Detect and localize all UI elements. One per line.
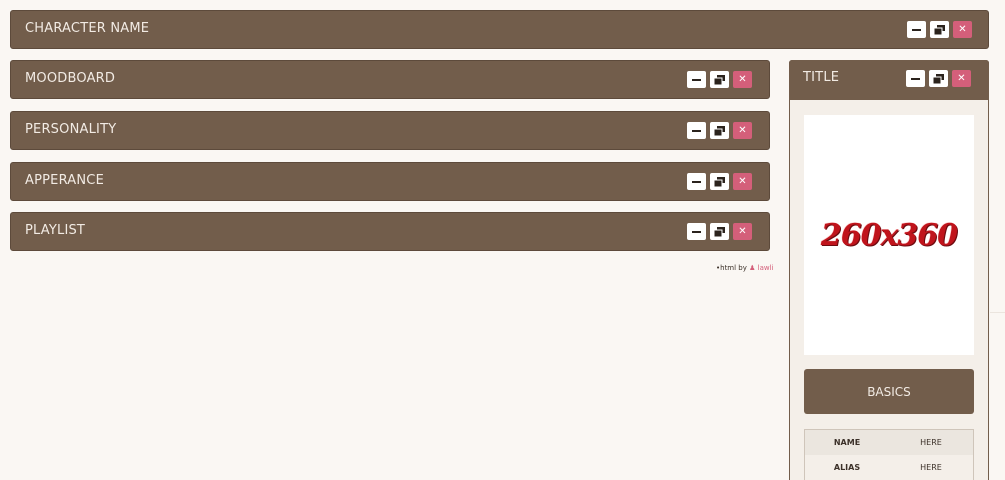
window-controls: ✕ <box>687 173 752 190</box>
playlist-title: PLAYLIST <box>25 223 86 238</box>
window-controls: ✕ <box>687 122 752 139</box>
restore-icon <box>714 176 725 187</box>
close-icon: ✕ <box>957 72 966 84</box>
restore-button[interactable] <box>710 173 729 190</box>
credit-author-link[interactable]: lawli <box>758 264 774 272</box>
table-row: ALIAS HERE <box>805 455 973 480</box>
window-controls: ✕ <box>906 70 971 87</box>
basics-button[interactable]: BASICS <box>804 369 974 414</box>
close-button[interactable]: ✕ <box>733 71 752 88</box>
restore-button[interactable] <box>929 70 948 87</box>
restore-button[interactable] <box>930 21 949 38</box>
minimize-icon <box>692 129 701 132</box>
image-placeholder-label: 260x360 <box>820 217 958 253</box>
minimize-button[interactable] <box>906 70 925 87</box>
row-value: HERE <box>920 438 942 447</box>
minimize-icon <box>692 180 701 183</box>
close-icon: ✕ <box>738 124 747 136</box>
side-panel: TITLE ✕ 260x360 BASICS NAME HERE ALIAS H… <box>789 60 989 480</box>
minimize-icon <box>911 77 920 80</box>
personality-title: PERSONALITY <box>25 122 117 137</box>
html-credit: •html by ♟ lawli <box>716 264 774 272</box>
apperance-title: APPERANCE <box>25 173 105 188</box>
moodboard-title: MOODBOARD <box>25 71 116 86</box>
divider <box>990 312 1005 313</box>
apperance-bar[interactable]: APPERANCE ✕ <box>10 162 770 201</box>
window-controls: ✕ <box>687 223 752 240</box>
character-name-bar: CHARACTER NAME ✕ <box>10 10 989 49</box>
personality-bar[interactable]: PERSONALITY ✕ <box>10 111 770 150</box>
row-value: HERE <box>920 463 942 472</box>
row-key: ALIAS <box>833 463 861 472</box>
window-controls: ✕ <box>907 21 972 38</box>
page: CHARACTER NAME ✕ MOODBOARD ✕ PERSONALITY… <box>0 0 1005 480</box>
restore-icon <box>714 125 725 136</box>
side-panel-title: TITLE <box>803 70 840 85</box>
close-icon: ✕ <box>958 23 967 35</box>
close-button[interactable]: ✕ <box>733 122 752 139</box>
minimize-icon <box>692 230 701 233</box>
close-icon: ✕ <box>738 175 747 187</box>
restore-button[interactable] <box>710 223 729 240</box>
character-image: 260x360 <box>804 115 974 355</box>
close-icon: ✕ <box>738 225 747 237</box>
minimize-button[interactable] <box>687 122 706 139</box>
table-row: NAME HERE <box>805 430 973 455</box>
minimize-button[interactable] <box>687 71 706 88</box>
minimize-icon <box>692 78 701 81</box>
restore-button[interactable] <box>710 71 729 88</box>
playlist-bar[interactable]: PLAYLIST ✕ <box>10 212 770 251</box>
restore-icon <box>933 73 944 84</box>
restore-icon <box>714 226 725 237</box>
side-panel-header: TITLE ✕ <box>789 60 989 100</box>
minimize-button[interactable] <box>687 173 706 190</box>
minimize-button[interactable] <box>687 223 706 240</box>
close-button[interactable]: ✕ <box>733 223 752 240</box>
moodboard-bar[interactable]: MOODBOARD ✕ <box>10 60 770 99</box>
restore-icon <box>934 24 945 35</box>
user-icon: ♟ <box>749 264 756 272</box>
basics-table: NAME HERE ALIAS HERE <box>804 429 974 480</box>
character-name-title: CHARACTER NAME <box>25 21 150 36</box>
restore-button[interactable] <box>710 122 729 139</box>
close-icon: ✕ <box>738 73 747 85</box>
restore-icon <box>714 74 725 85</box>
row-key: NAME <box>833 438 861 447</box>
minimize-icon <box>912 28 921 31</box>
close-button[interactable]: ✕ <box>733 173 752 190</box>
close-button[interactable]: ✕ <box>952 70 971 87</box>
close-button[interactable]: ✕ <box>953 21 972 38</box>
minimize-button[interactable] <box>907 21 926 38</box>
credit-prefix: •html by <box>716 264 747 272</box>
window-controls: ✕ <box>687 71 752 88</box>
